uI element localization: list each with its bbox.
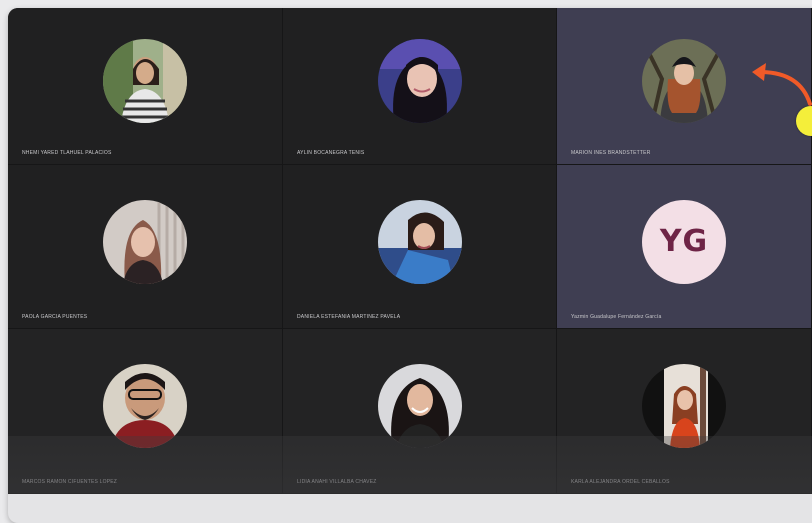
participant-photo-icon bbox=[377, 199, 462, 284]
participant-tile[interactable]: KARLA ALEJANDRA ORDEL CEBALLOS bbox=[557, 329, 812, 494]
participant-photo-icon bbox=[103, 364, 187, 448]
participant-name: MARCOS RAMON CIFUENTES LOPEZ bbox=[22, 479, 118, 485]
participant-tile[interactable]: YG Yazmin Guadalupe Fernández García bbox=[557, 165, 812, 329]
participant-name: AYLIN BOCANEGRA TENIS bbox=[297, 150, 365, 156]
participant-tile[interactable]: LIDIA ANAHI VILLALBA CHAVEZ bbox=[283, 329, 557, 494]
participant-name: KARLA ALEJANDRA ORDEL CEBALLOS bbox=[571, 479, 670, 485]
participant-tile[interactable]: DANIELA ESTEFANIA MARTINEZ PAVELA bbox=[283, 165, 557, 329]
participant-photo-icon bbox=[642, 39, 726, 123]
participant-tile[interactable]: AYLIN BOCANEGRA TENIS bbox=[283, 8, 557, 165]
participant-name: LIDIA ANAHI VILLALBA CHAVEZ bbox=[297, 479, 377, 485]
participant-photo-icon bbox=[103, 39, 187, 123]
video-call-stage: NHEMI YARED TLAHUEL PALACIOS AYLIN BOCAN… bbox=[8, 8, 812, 494]
participant-tile[interactable]: PAOLA GARCIA PUENTES bbox=[8, 165, 283, 329]
participant-name: Yazmin Guadalupe Fernández García bbox=[571, 314, 662, 320]
participant-grid: NHEMI YARED TLAHUEL PALACIOS AYLIN BOCAN… bbox=[8, 8, 812, 494]
participant-tile[interactable]: MARCOS RAMON CIFUENTES LOPEZ bbox=[8, 329, 283, 494]
participant-name: MARION INES BRANDSTETTER bbox=[571, 150, 651, 156]
participant-photo-icon bbox=[103, 199, 187, 284]
annotation-arrow-icon bbox=[752, 63, 812, 106]
participant-tile[interactable]: NHEMI YARED TLAHUEL PALACIOS bbox=[8, 8, 283, 165]
participant-photo-icon bbox=[377, 364, 462, 448]
participant-name: DANIELA ESTEFANIA MARTINEZ PAVELA bbox=[297, 314, 401, 320]
participant-photo-icon bbox=[642, 364, 726, 448]
participant-name: PAOLA GARCIA PUENTES bbox=[22, 314, 88, 320]
participant-photo-icon bbox=[377, 39, 462, 123]
participant-name: NHEMI YARED TLAHUEL PALACIOS bbox=[22, 150, 112, 156]
participant-initials-avatar: YG bbox=[642, 199, 726, 284]
